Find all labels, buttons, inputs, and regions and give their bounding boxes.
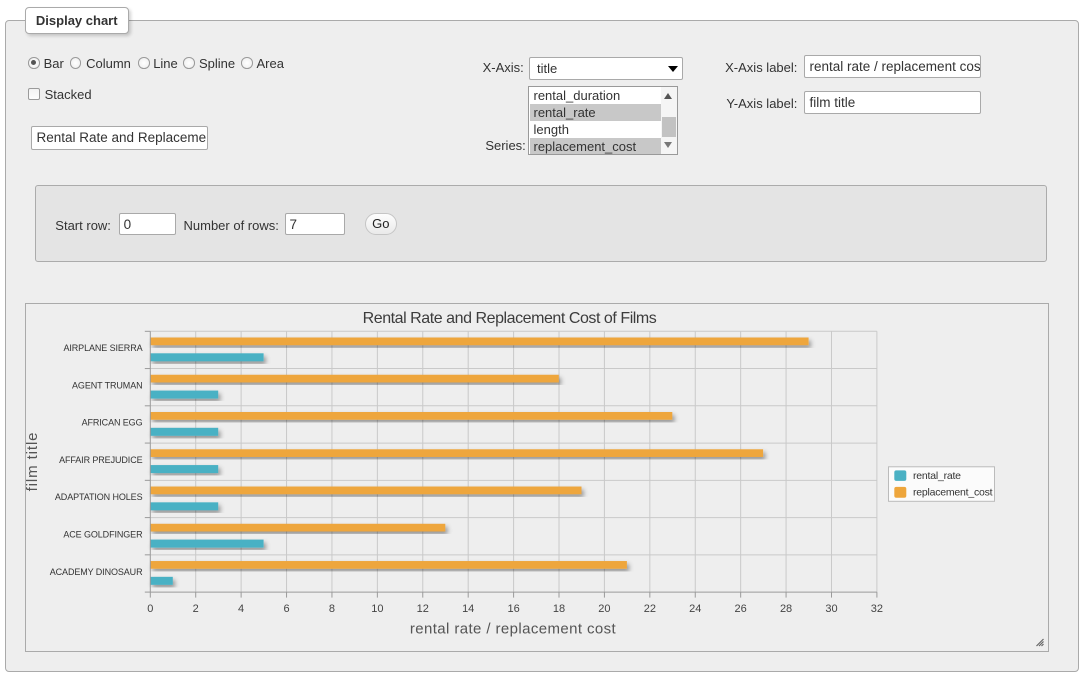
svg-text:18: 18 [552, 603, 564, 615]
svg-text:film title: film title [26, 432, 41, 492]
svg-text:ADAPTATION HOLES: ADAPTATION HOLES [54, 492, 142, 502]
svg-text:24: 24 [689, 603, 701, 615]
svg-text:22: 22 [643, 603, 655, 615]
svg-text:AIRPLANE SIERRA: AIRPLANE SIERRA [63, 343, 142, 353]
svg-text:16: 16 [507, 603, 519, 615]
svg-text:10: 10 [371, 603, 383, 615]
svg-text:28: 28 [779, 603, 791, 615]
svg-text:rental rate / replacement cost: rental rate / replacement cost [409, 620, 616, 637]
svg-text:AGENT TRUMAN: AGENT TRUMAN [72, 380, 142, 390]
svg-text:2: 2 [192, 603, 198, 615]
svg-text:replacement_cost: replacement_cost [913, 487, 993, 499]
svg-text:32: 32 [870, 603, 882, 615]
svg-text:AFFAIR PREJUDICE: AFFAIR PREJUDICE [59, 455, 143, 465]
svg-text:6: 6 [283, 603, 289, 615]
svg-text:ACADEMY DINOSAUR: ACADEMY DINOSAUR [49, 567, 142, 577]
svg-text:8: 8 [328, 603, 334, 615]
svg-text:0: 0 [147, 603, 153, 615]
svg-text:20: 20 [598, 603, 610, 615]
svg-text:rental_rate: rental_rate [913, 470, 961, 482]
svg-text:14: 14 [462, 603, 474, 615]
svg-text:ACE GOLDFINGER: ACE GOLDFINGER [63, 530, 143, 540]
svg-text:AFRICAN EGG: AFRICAN EGG [81, 418, 142, 428]
svg-text:Rental Rate and Replacement Co: Rental Rate and Replacement Cost of Film… [362, 310, 656, 327]
svg-text:30: 30 [825, 603, 837, 615]
svg-text:26: 26 [734, 603, 746, 615]
svg-text:12: 12 [416, 603, 428, 615]
svg-text:4: 4 [238, 603, 244, 615]
